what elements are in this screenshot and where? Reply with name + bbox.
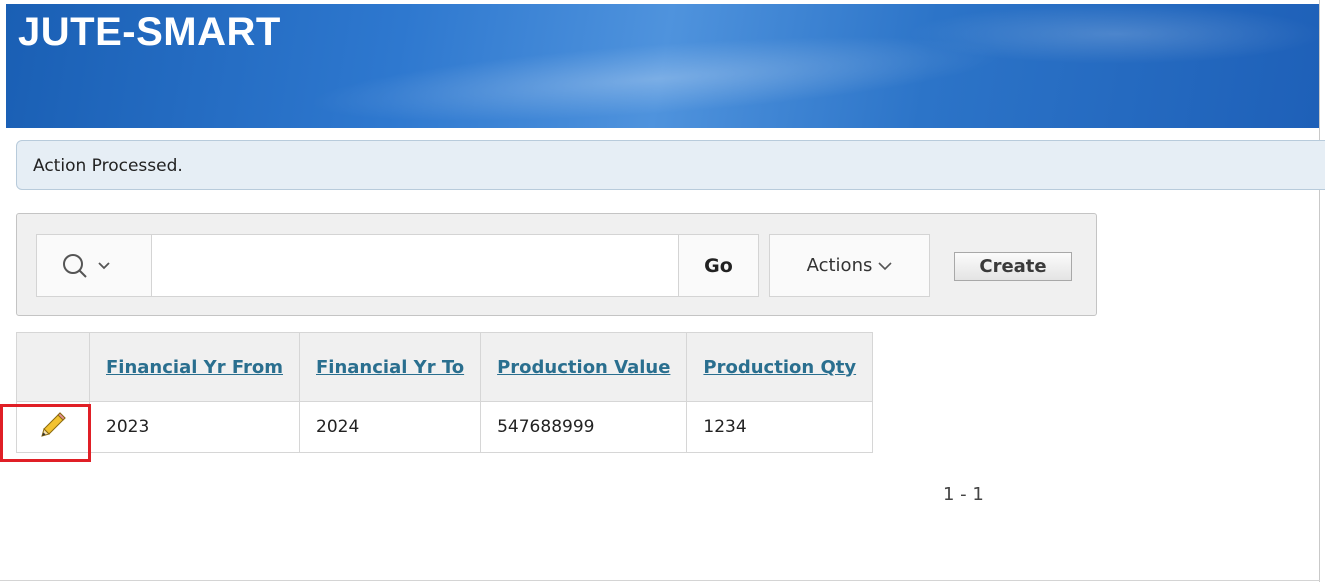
cell-production-value: 547688999 <box>480 401 688 453</box>
pagination-text: 1 - 1 <box>943 484 984 505</box>
chevron-down-icon <box>98 262 110 270</box>
magnifier-icon <box>63 254 110 278</box>
chevron-down-icon <box>878 261 892 270</box>
actions-menu-button[interactable]: Actions <box>769 234 930 297</box>
app-title: JUTE-SMART <box>18 10 281 54</box>
search-column-selector[interactable] <box>37 235 152 296</box>
sort-link-production-qty[interactable]: Production Qty <box>703 357 856 378</box>
cell-production-qty: 1234 <box>686 401 874 453</box>
success-message-text: Action Processed. <box>33 156 183 176</box>
go-button[interactable]: Go <box>678 235 758 296</box>
sort-link-production-value[interactable]: Production Value <box>497 357 670 378</box>
table-row: 2023 2024 547688999 1234 <box>16 401 874 453</box>
success-message-bar: Action Processed. <box>16 140 1325 190</box>
column-header-financial-yr-from[interactable]: Financial Yr From <box>89 332 300 402</box>
window-edge <box>1319 0 1320 582</box>
report-table: Financial Yr From Financial Yr To Produc… <box>16 332 874 453</box>
pencil-icon[interactable] <box>38 410 68 440</box>
column-header-financial-yr-to[interactable]: Financial Yr To <box>298 332 482 402</box>
cell-financial-yr-from: 2023 <box>89 401 300 453</box>
actions-label: Actions <box>806 255 873 276</box>
edit-column-header <box>16 332 90 402</box>
window-bottom-edge <box>0 580 1320 581</box>
sort-link-financial-yr-from[interactable]: Financial Yr From <box>106 357 283 378</box>
create-button[interactable]: Create <box>954 252 1072 281</box>
cell-financial-yr-to: 2024 <box>298 401 482 453</box>
column-header-production-value[interactable]: Production Value <box>480 332 688 402</box>
report-toolbar: Go Actions Create <box>16 213 1097 316</box>
table-header-row: Financial Yr From Financial Yr To Produc… <box>16 332 874 402</box>
edit-cell[interactable] <box>16 401 90 453</box>
sort-link-financial-yr-to[interactable]: Financial Yr To <box>316 357 464 378</box>
search-input[interactable] <box>152 235 676 296</box>
app-header: JUTE-SMART <box>6 4 1319 128</box>
search-group: Go <box>36 234 759 297</box>
column-header-production-qty[interactable]: Production Qty <box>686 332 874 402</box>
